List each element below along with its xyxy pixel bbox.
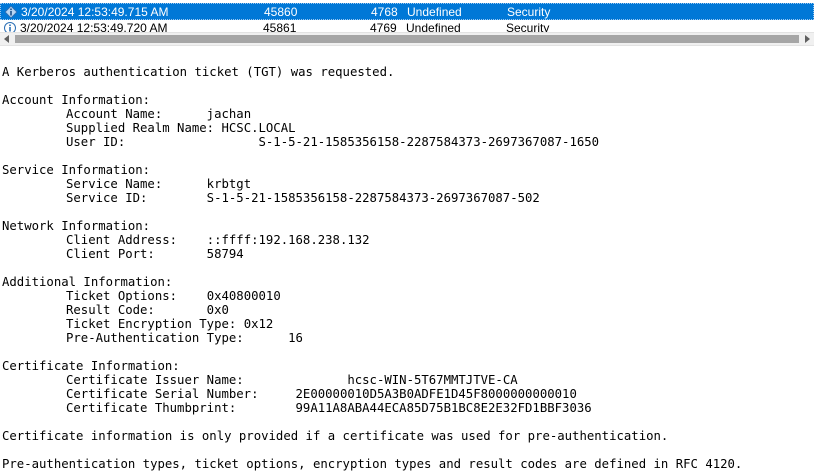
summary-line: A Kerberos authentication ticket (TGT) w… [2,65,395,79]
realm-value: HCSC.LOCAL [221,121,296,135]
client-address-value: ::ffff:192.168.238.132 [206,233,370,247]
field-label: Service Name: [66,177,163,191]
user-id-value: S-1-5-21-1585356158-2287584373-269736708… [258,135,600,149]
note-line: Certificate information is only provided… [2,429,669,443]
field-label: Account Name: [66,107,163,121]
field-label: Pre-Authentication Type: [66,331,244,345]
event-source: Security [507,5,551,19]
field-label: Certificate Issuer Name: [66,373,244,387]
cert-issuer-value: hcsc-WIN-5T67MMTJTVE-CA [347,373,518,387]
field-label: User ID: [66,135,126,149]
service-id-value: S-1-5-21-1585356158-2287584373-269736708… [206,191,540,205]
section-header: Additional Information: [2,275,173,289]
field-label: Ticket Encryption Type: [66,317,237,331]
account-name-value: jachan [206,107,252,121]
event-date: 3/20/2024 12:53:49.715 AM [21,5,169,19]
section-header: Account Information: [2,93,151,107]
result-code-value: 0x0 [206,303,229,317]
event-list: 3/20/2024 12:53:49.715 AM 45860 4768 Und… [0,0,814,34]
event-level: Undefined [407,5,462,19]
info-icon [5,6,17,18]
service-name-value: krbtgt [206,177,252,191]
event-row-selected[interactable]: 3/20/2024 12:53:49.715 AM 45860 4768 Und… [0,3,814,20]
section-header: Network Information: [2,219,151,233]
note-line: Pre-authentication types, ticket options… [2,457,743,471]
field-label: Supplied Realm Name: [66,121,215,135]
ticket-options-value: 0x40800010 [206,289,281,303]
preauth-type-value: 16 [288,331,303,345]
event-id: 45860 [264,5,298,19]
field-label: Service ID: [66,191,148,205]
field-label: Result Code: [66,303,155,317]
section-header: Service Information: [2,163,151,177]
horizontal-scrollbar[interactable] [0,32,814,46]
field-label: Certificate Thumbprint: [66,401,237,415]
scroll-left-icon[interactable] [4,35,9,43]
field-label: Ticket Options: [66,289,178,303]
field-label: Certificate Serial Number: [66,387,259,401]
cert-serial-value: 2E00000010D5A3B0ADFE1D45F8000000000010 [295,387,577,401]
scrollbar-thumb[interactable] [15,35,799,43]
scroll-right-icon[interactable] [805,35,810,43]
encryption-type-value: 0x12 [243,317,274,331]
field-label: Client Address: [66,233,178,247]
client-port-value: 58794 [206,247,244,261]
cert-thumbprint-value: 99A11A8ABA44ECA85D75B1BC8E2E32FD1BBF3036 [295,401,592,415]
event-detail-text: A Kerberos authentication ticket (TGT) w… [2,51,812,471]
section-header: Certificate Information: [2,359,180,373]
field-label: Client Port: [66,247,155,261]
event-task: 4768 [371,5,398,19]
